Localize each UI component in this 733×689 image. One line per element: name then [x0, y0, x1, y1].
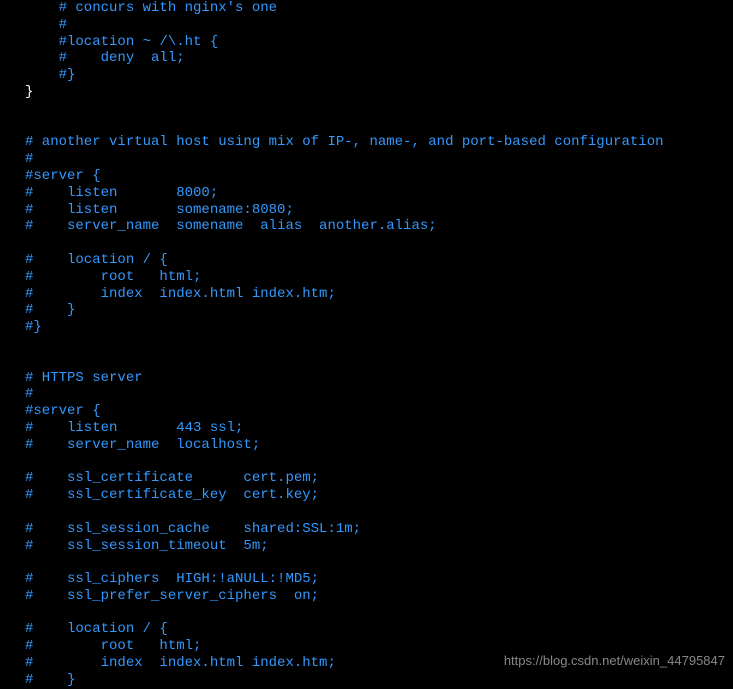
code-line: # concurs with nginx's one: [25, 0, 733, 17]
code-line: #server {: [25, 168, 733, 185]
watermark-text: https://blog.csdn.net/weixin_44795847: [504, 653, 725, 669]
code-line: # server_name localhost;: [25, 437, 733, 454]
code-line: [25, 605, 733, 622]
code-line: #: [25, 17, 733, 34]
code-line: # location / {: [25, 621, 733, 638]
code-line: #location ~ /\.ht {: [25, 34, 733, 51]
code-line: [25, 235, 733, 252]
code-line: # ssl_ciphers HIGH:!aNULL:!MD5;: [25, 571, 733, 588]
code-line: # ssl_session_cache shared:SSL:1m;: [25, 521, 733, 538]
code-line: [25, 101, 733, 118]
code-line: # }: [25, 302, 733, 319]
code-line: # deny all;: [25, 50, 733, 67]
code-line: # location / {: [25, 252, 733, 269]
code-line: [25, 554, 733, 571]
code-line: [25, 353, 733, 370]
code-line: # listen 443 ssl;: [25, 420, 733, 437]
code-line: # ssl_session_timeout 5m;: [25, 538, 733, 555]
code-line: # ssl_certificate_key cert.key;: [25, 487, 733, 504]
code-line: # root html;: [25, 269, 733, 286]
code-line: #}: [25, 67, 733, 84]
code-line: #server {: [25, 403, 733, 420]
code-line: # another virtual host using mix of IP-,…: [25, 134, 733, 151]
code-line: #: [25, 386, 733, 403]
code-line: [25, 336, 733, 353]
code-line: #}: [25, 319, 733, 336]
code-line: [25, 118, 733, 135]
code-line: # }: [25, 672, 733, 689]
code-line: [25, 504, 733, 521]
code-line: }: [25, 84, 733, 101]
code-line: # listen 8000;: [25, 185, 733, 202]
code-line: # index index.html index.htm;: [25, 286, 733, 303]
code-line: #: [25, 151, 733, 168]
code-line: [25, 454, 733, 471]
code-line: # ssl_certificate cert.pem;: [25, 470, 733, 487]
code-line: # listen somename:8080;: [25, 202, 733, 219]
code-line: # ssl_prefer_server_ciphers on;: [25, 588, 733, 605]
code-line: # server_name somename alias another.ali…: [25, 218, 733, 235]
code-editor[interactable]: # concurs with nginx's one # #location ~…: [0, 0, 733, 689]
code-line: # HTTPS server: [25, 370, 733, 387]
